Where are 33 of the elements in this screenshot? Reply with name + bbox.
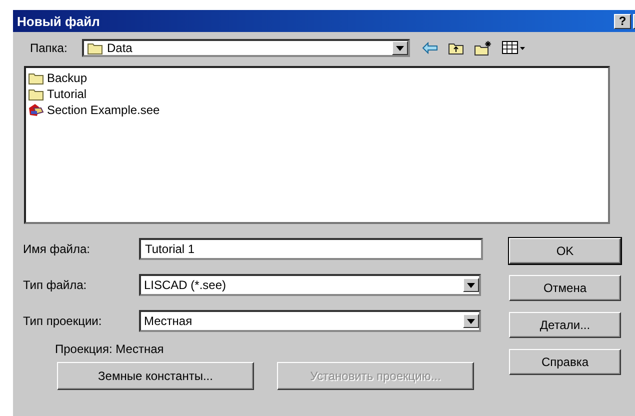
file-item[interactable]: Tutorial [28,86,606,102]
field-label: Тип файла: [23,278,88,292]
field-label: Тип проекции: [23,314,103,328]
dropdown-button[interactable] [463,314,479,328]
dialog-button[interactable]: Отмена [509,275,621,301]
file-item[interactable]: Backup [28,70,606,86]
document-icon [28,103,44,117]
caret-icon [396,46,404,50]
window-title: Новый файл [17,14,101,28]
dropdown-field[interactable]: LISCAD (*.see) [139,274,481,296]
dialog-button[interactable]: Детали... [509,312,621,338]
dialog-button[interactable]: Земные константы... [57,362,254,390]
field-label: Имя файла: [23,242,91,256]
view-menu-icon[interactable] [502,41,526,55]
up-folder-icon[interactable] [448,41,464,55]
folder-dropdown[interactable]: Data [82,39,410,57]
file-name-field[interactable]: Tutorial 1 [139,238,483,260]
dialog-button[interactable]: OK [509,238,621,264]
projection-note: Проекция: Местная [54,342,165,358]
folder-icon [28,71,44,85]
caret-icon [467,282,475,288]
new-folder-icon[interactable] [474,40,492,56]
folder-icon [28,87,44,101]
back-arrow-icon[interactable] [422,42,438,54]
folder-icon [87,41,103,55]
dialog-button[interactable]: Справка [509,349,621,375]
dropdown-button[interactable] [463,278,479,292]
caret-icon [467,318,475,324]
folder-label: Папка: [30,41,68,55]
dropdown-field[interactable]: Местная [139,310,481,332]
file-item[interactable]: Section Example.see [28,102,606,118]
help-button[interactable]: ? [614,14,631,28]
dropdown-button[interactable] [392,41,408,55]
